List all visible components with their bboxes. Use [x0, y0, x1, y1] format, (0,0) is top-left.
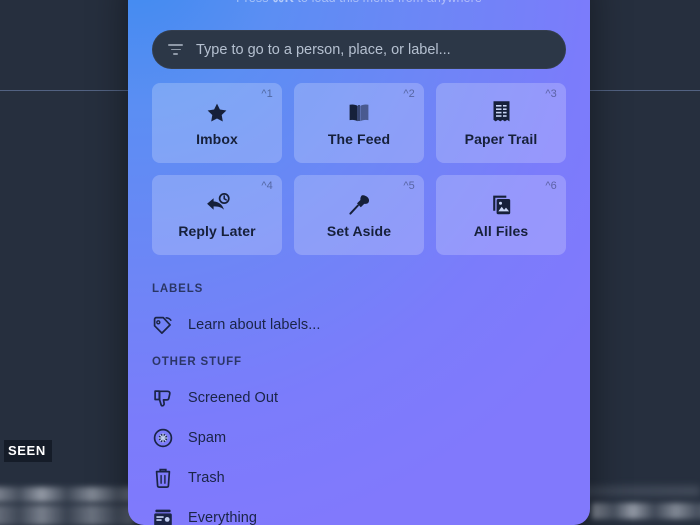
tile-all-files[interactable]: ^6 All Files	[436, 175, 566, 255]
background-blurred-block	[592, 503, 700, 519]
keyboard-hint: Press ⌘K to load this menu from anywhere	[128, 0, 590, 5]
tile-shortcut: ^3	[545, 88, 557, 100]
command-palette-body: Press ⌘K to load this menu from anywhere…	[128, 0, 590, 525]
keyboard-hint-key: ⌘K	[272, 0, 294, 5]
list-item-label: Learn about labels...	[188, 317, 321, 333]
tile-imbox[interactable]: ^1 Imbox	[152, 83, 282, 163]
archive-box-icon	[152, 507, 174, 525]
tag-icon	[152, 314, 174, 336]
tile-the-feed[interactable]: ^2 The Feed	[294, 83, 424, 163]
tile-label: All Files	[473, 222, 529, 239]
tile-shortcut: ^2	[403, 88, 415, 100]
receipt-icon	[492, 100, 511, 126]
list-item-learn-about-labels[interactable]: Learn about labels...	[152, 310, 566, 340]
tile-shortcut: ^6	[545, 180, 557, 192]
tile-shortcut: ^1	[261, 88, 273, 100]
tile-label: The Feed	[327, 130, 391, 147]
tile-label: Paper Trail	[464, 130, 538, 147]
search-bar[interactable]	[152, 30, 566, 69]
section-header-labels: LABELS	[152, 283, 204, 295]
background-blurred-block	[0, 505, 134, 525]
list-item-label: Trash	[188, 470, 225, 486]
screen: SEEN Press ⌘K to load this menu from any…	[0, 0, 700, 525]
seen-section-label: SEEN	[4, 440, 52, 462]
star-icon	[205, 100, 229, 126]
tile-shortcut: ^4	[261, 180, 273, 192]
thumbs-down-icon	[152, 387, 174, 409]
pin-icon	[347, 192, 372, 218]
list-item-screened-out[interactable]: Screened Out	[152, 383, 566, 413]
trash-icon	[152, 467, 174, 489]
background-blurred-block	[0, 487, 134, 502]
shortcut-tile-grid: ^1 Imbox ^2 The Feed ^3 Paper Trail ^4 R…	[152, 83, 566, 255]
keyboard-hint-suffix: to load this menu from anywhere	[297, 0, 481, 5]
tile-label: Set Aside	[326, 222, 392, 239]
open-book-icon	[347, 100, 371, 126]
list-item-label: Screened Out	[188, 390, 279, 406]
list-item-label: Everything	[188, 510, 258, 525]
tile-shortcut: ^5	[403, 180, 415, 192]
tile-set-aside[interactable]: ^5 Set Aside	[294, 175, 424, 255]
reply-clock-icon	[204, 192, 231, 218]
command-palette-panel: Press ⌘K to load this menu from anywhere…	[128, 0, 590, 525]
list-item-label: Spam	[188, 430, 227, 446]
tile-label: Imbox	[196, 130, 238, 147]
search-input[interactable]	[196, 41, 550, 58]
list-item-everything[interactable]: Everything	[152, 503, 566, 525]
keyboard-hint-prefix: Press	[236, 0, 268, 5]
tile-label: Reply Later	[178, 222, 256, 239]
tile-reply-later[interactable]: ^4 Reply Later	[152, 175, 282, 255]
filter-icon	[168, 43, 184, 57]
list-item-spam[interactable]: Spam	[152, 423, 566, 453]
list-item-trash[interactable]: Trash	[152, 463, 566, 493]
spam-target-icon	[152, 427, 174, 449]
images-icon	[489, 192, 514, 218]
section-header-other-stuff: OTHER STUFF	[152, 356, 242, 368]
tile-paper-trail[interactable]: ^3 Paper Trail	[436, 83, 566, 163]
